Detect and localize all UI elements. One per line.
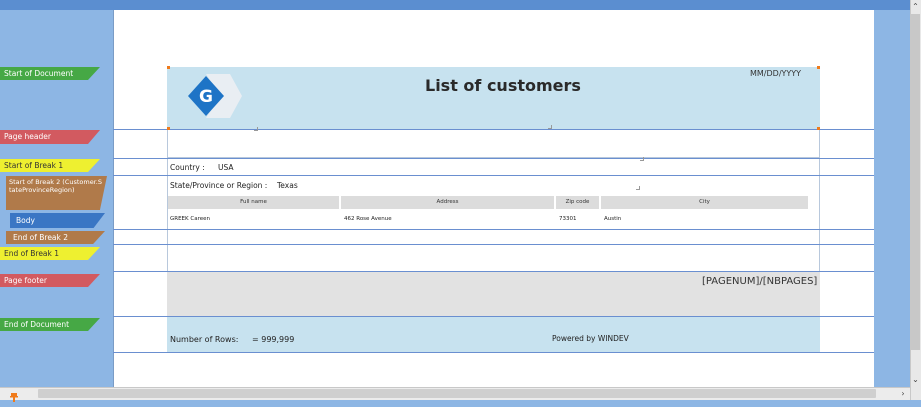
band-end-of-document[interactable]: End of Document: [0, 318, 100, 331]
scroll-down-arrow-icon[interactable]: ⌄: [911, 375, 920, 385]
country-label[interactable]: Country :: [170, 163, 205, 172]
column-header-fullname[interactable]: Full name: [168, 196, 340, 209]
powered-by[interactable]: Powered by WINDEV: [552, 334, 629, 343]
band-label: Start of Break 1: [4, 161, 64, 170]
band-label: Body: [16, 216, 35, 225]
page-number-field[interactable]: [PAGENUM]/[NBPAGES]: [702, 276, 817, 287]
window-top-bar: [0, 0, 921, 10]
date-field[interactable]: MM/DD/YYYY: [750, 69, 801, 78]
band-label: Page footer: [4, 276, 47, 285]
selection-corner: [817, 66, 820, 69]
country-value[interactable]: USA: [218, 163, 234, 172]
scroll-up-arrow-icon[interactable]: ⌃: [911, 2, 920, 12]
rows-value[interactable]: = 999,999: [252, 335, 294, 344]
anchor-marker: [636, 186, 640, 190]
scroll-right-arrow-icon[interactable]: ›: [898, 389, 908, 399]
band-start-of-break-1[interactable]: Start of Break 1: [0, 159, 100, 172]
cell-city[interactable]: Austin: [604, 216, 621, 222]
band-label: End of Break 2: [13, 233, 69, 242]
selection-corner: [167, 66, 170, 69]
end-break1-area: [167, 245, 820, 271]
band-start-of-document[interactable]: Start of Document: [0, 67, 100, 80]
cell-zipcode[interactable]: 73301: [559, 216, 577, 222]
horizontal-scroll-thumb[interactable]: [38, 389, 876, 398]
band-separator: [113, 352, 874, 353]
state-value[interactable]: Texas: [277, 181, 298, 190]
right-margin: [874, 10, 910, 387]
logo-letter: G: [199, 87, 213, 107]
column-header-city[interactable]: City: [601, 196, 809, 209]
pin-icon[interactable]: [8, 388, 20, 402]
cell-address[interactable]: 462 Rose Avenue: [344, 216, 392, 222]
rows-label[interactable]: Number of Rows:: [170, 335, 238, 344]
column-header-zipcode[interactable]: Zip code: [556, 196, 600, 209]
cell-fullname[interactable]: GREEK Careen: [170, 216, 210, 222]
vertical-scroll-thumb[interactable]: [911, 14, 920, 350]
band-end-of-break-2[interactable]: End of Break 2: [6, 231, 105, 244]
band-label: End of Document: [4, 320, 70, 329]
band-start-of-break-2[interactable]: Start of Break 2 (Customer.StateProvince…: [6, 176, 107, 210]
end-break2-area: [167, 230, 820, 244]
break1-area: [167, 159, 820, 175]
band-label: Start of Document: [4, 69, 74, 78]
anchor-marker: [548, 125, 552, 129]
band-label: Page header: [4, 132, 51, 141]
band-page-header[interactable]: Page header: [0, 130, 100, 144]
band-end-of-break-1[interactable]: End of Break 1: [0, 247, 100, 260]
report-title[interactable]: List of customers: [425, 76, 581, 95]
page-header-area: [167, 130, 820, 158]
anchor-marker: [640, 157, 644, 161]
band-body[interactable]: Body: [10, 213, 105, 228]
band-page-footer[interactable]: Page footer: [0, 274, 100, 287]
company-logo[interactable]: G: [182, 72, 244, 120]
band-label: End of Break 1: [4, 249, 60, 258]
state-label[interactable]: State/Province or Region :: [170, 181, 267, 190]
anchor-marker: [254, 127, 258, 131]
column-header-address[interactable]: Address: [341, 196, 555, 209]
band-label: Start of Break 2 (Customer.StateProvince…: [9, 178, 102, 194]
